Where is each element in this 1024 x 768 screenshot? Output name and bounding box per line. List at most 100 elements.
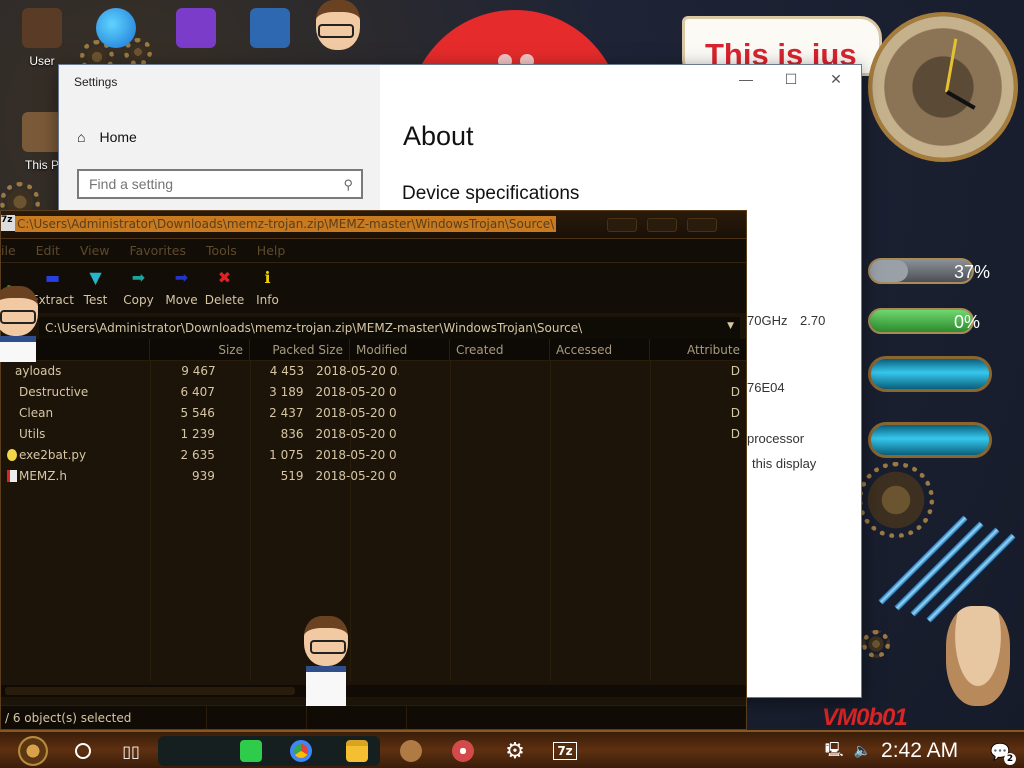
delete-icon: ✖ <box>217 268 232 287</box>
hamster-pet[interactable] <box>946 606 1010 706</box>
test-button[interactable]: ▼ Test <box>74 267 117 308</box>
file-list-header: Size Packed Size Modified Created Access… <box>1 339 746 361</box>
search-icon[interactable]: ⚲ <box>343 177 353 193</box>
cartoon-character[interactable] <box>300 616 352 726</box>
taskbar-app-chrome[interactable] <box>284 736 318 766</box>
minimize-button[interactable]: — <box>723 71 769 93</box>
memz-app-icon <box>452 740 474 762</box>
address-bar[interactable]: C:\Users\Administrator\Downloads\memz-tr… <box>39 317 740 341</box>
test-icon: ▼ <box>89 268 102 287</box>
file-size: 939 <box>191 469 215 483</box>
user-folder-icon <box>22 8 62 48</box>
scrollbar-thumb[interactable] <box>5 687 295 695</box>
file-attributes <box>661 466 746 487</box>
desktop-icon-visual-studio[interactable] <box>164 8 228 54</box>
home-icon: ⌂ <box>77 129 86 145</box>
menu-tools[interactable]: Tools <box>196 243 247 258</box>
search-input[interactable] <box>79 171 319 197</box>
close-button[interactable]: ✕ <box>813 71 859 93</box>
horizontal-scrollbar[interactable] <box>1 685 746 697</box>
file-modified: 2018-05-20 0... <box>316 364 399 378</box>
header-file-icon <box>7 470 17 482</box>
task-view-button[interactable]: ▯▯ <box>116 736 146 766</box>
file-modified: 2018-05-20 0... <box>316 385 399 399</box>
maximize-button[interactable]: ☐ <box>768 71 814 93</box>
file-packed-size: 1 075 <box>269 448 304 462</box>
table-row[interactable]: exe2bat.py 2 635 1 075 2018-05-20 0... <box>1 445 746 466</box>
table-row[interactable]: MEMZ.h 939 519 2018-05-20 0... <box>1 466 746 487</box>
maximize-button[interactable] <box>647 218 677 232</box>
close-button[interactable] <box>687 218 717 232</box>
network-icon[interactable]: 🖳 <box>825 739 844 763</box>
info-icon: ℹ <box>264 268 271 287</box>
menu-help[interactable]: Help <box>247 243 296 258</box>
sevenzip-titlebar[interactable]: 7z C:\Users\Administrator\Downloads\memz… <box>1 211 746 239</box>
copy-button[interactable]: ➡ Copy <box>117 267 160 308</box>
taskbar-app-hamster[interactable] <box>394 736 428 766</box>
taskbar-app-sevenzip[interactable]: 7z <box>548 736 582 766</box>
volume-muted-icon[interactable]: 🔈 <box>854 743 871 759</box>
notification-icon[interactable]: 💬 2 <box>990 742 1016 765</box>
file-name: ayloads <box>1 361 133 382</box>
column-accessed[interactable]: Accessed <box>550 339 650 360</box>
table-row[interactable]: Utils 1 239 836 2018-05-20 0... D <box>1 424 746 445</box>
nav-home[interactable]: ⌂ Home <box>77 129 137 145</box>
cartoon-body <box>306 666 346 706</box>
sevenzip-window[interactable]: 7z C:\Users\Administrator\Downloads\memz… <box>0 210 747 730</box>
system-type-text: processor <box>747 431 805 446</box>
cortana-button[interactable] <box>70 736 96 766</box>
taskbar-app-sticky-notes[interactable] <box>234 736 268 766</box>
info-button[interactable]: ℹ Info <box>246 267 289 308</box>
column-attributes[interactable]: Attribute <box>650 339 746 360</box>
table-row[interactable]: Clean 5 546 2 437 2018-05-20 0... D <box>1 403 746 424</box>
column-packed-size[interactable]: Packed Size <box>250 339 350 360</box>
hamster-app-icon <box>400 740 422 762</box>
file-list[interactable]: Size Packed Size Modified Created Access… <box>1 339 746 681</box>
column-modified[interactable]: Modified <box>350 339 450 360</box>
clock-time[interactable]: 2:42 AM <box>881 739 958 763</box>
start-button[interactable] <box>10 736 56 766</box>
file-attributes: D <box>730 406 740 420</box>
extract-icon: ▬ <box>44 268 61 287</box>
delete-button[interactable]: ✖ Delete <box>203 267 246 308</box>
cartoon-character[interactable] <box>312 0 364 72</box>
file-packed-size: 519 <box>280 469 304 483</box>
file-explorer-icon <box>346 740 368 762</box>
menu-favorites[interactable]: Favorites <box>120 243 196 258</box>
file-packed-size: 3 189 <box>269 385 304 399</box>
move-label: Move <box>165 293 198 307</box>
settings-search-box[interactable]: ⚲ <box>77 169 363 199</box>
chrome-icon <box>290 740 312 762</box>
folder-icon <box>7 428 17 440</box>
taskbar-app-file-explorer[interactable] <box>340 736 374 766</box>
table-row[interactable]: ayloads 9 467 4 453 2018-05-20 0... D <box>1 361 746 382</box>
chevron-down-icon[interactable]: ▼ <box>727 321 734 331</box>
desktop-icon-virtualbox[interactable] <box>238 8 302 54</box>
test-label: Test <box>83 293 108 307</box>
desktop-icon-edge[interactable] <box>84 8 148 54</box>
folder-icon <box>7 386 17 398</box>
edge-icon <box>96 8 136 48</box>
table-row[interactable]: Destructive 6 407 3 189 2018-05-20 0... … <box>1 382 746 403</box>
empty-cells <box>399 361 661 382</box>
vm-tag: VM0b01 <box>822 704 908 731</box>
column-size[interactable]: Size <box>150 339 250 360</box>
toolbar: ✚ ▬Extract ▼Test ➡Copy ➡Move ✖Delete ℹIn… <box>1 263 746 313</box>
ram-text: 2.70 <box>800 313 826 328</box>
menu-view[interactable]: View <box>70 243 120 258</box>
menu-edit[interactable]: Edit <box>26 243 70 258</box>
menu-file[interactable]: ile <box>1 243 26 258</box>
notification-count-badge: 2 <box>1004 752 1016 765</box>
desktop-icon-user[interactable]: User <box>10 8 74 68</box>
column-created[interactable]: Created <box>450 339 550 360</box>
taskbar-app-memz[interactable] <box>446 736 480 766</box>
move-button[interactable]: ➡ Move <box>160 267 203 308</box>
task-view-icon: ▯▯ <box>122 741 140 761</box>
column-divider <box>150 361 151 681</box>
cartoon-character[interactable] <box>0 286 42 362</box>
file-modified: 2018-05-20 0... <box>316 469 399 483</box>
column-divider <box>250 361 251 681</box>
taskbar-app-settings[interactable]: ⚙ <box>498 736 532 766</box>
file-size: 6 407 <box>180 385 215 399</box>
minimize-button[interactable] <box>607 218 637 232</box>
